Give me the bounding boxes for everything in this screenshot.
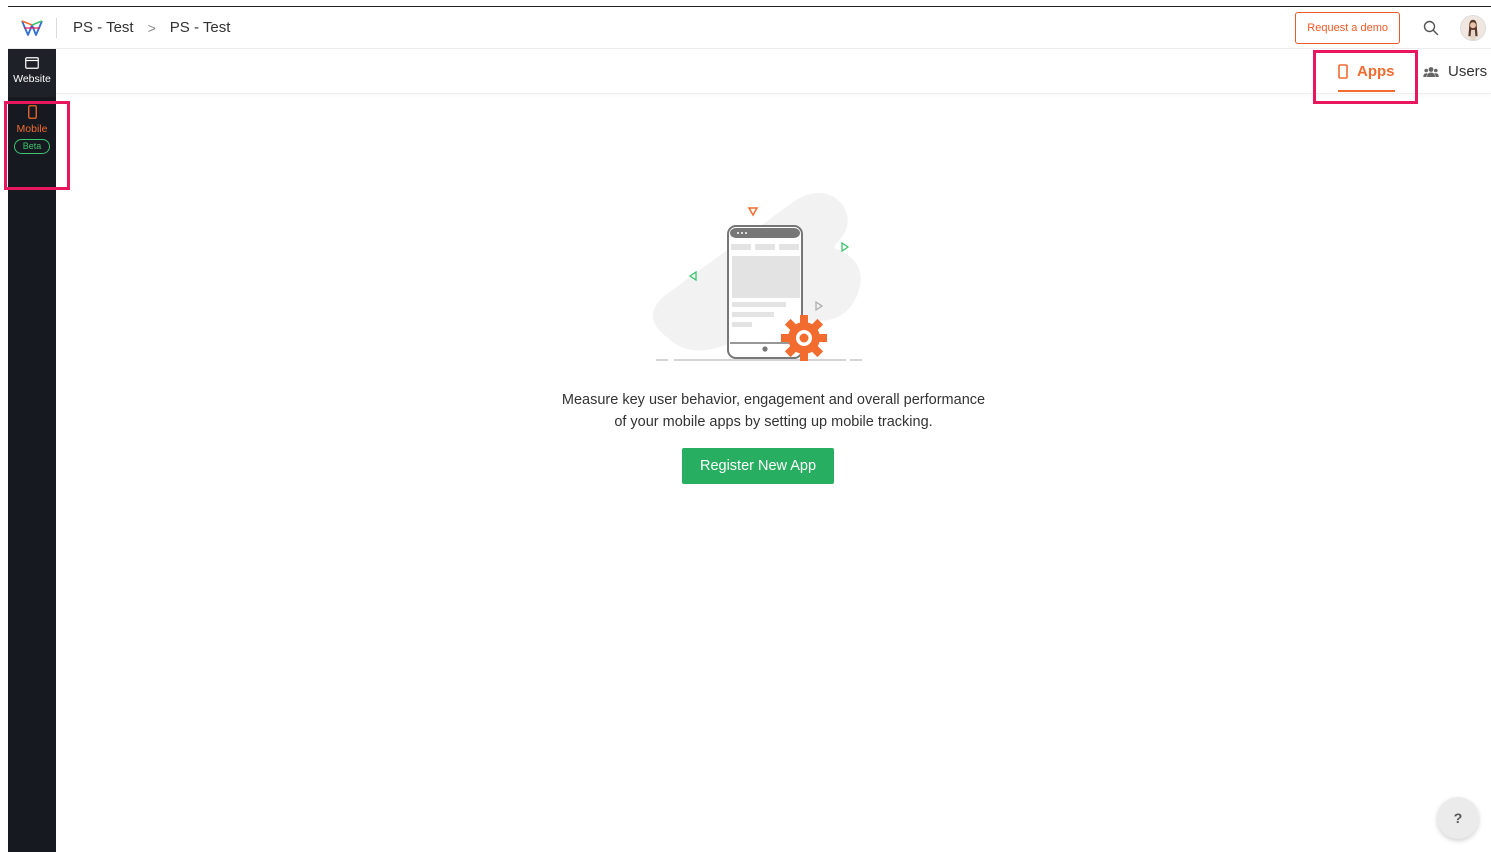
sub-navigation: Apps Users [56,49,1491,94]
sidebar-item-mobile[interactable]: Mobile Beta [8,97,56,175]
empty-state-line-2: of your mobile apps by setting up mobile… [614,414,933,430]
sidebar-item-label: Mobile [16,123,48,135]
tab-users[interactable]: Users [1423,49,1487,94]
active-tab-indicator [1338,90,1395,92]
empty-state-line-1: Measure key user behavior, engagement an… [561,392,986,408]
breadcrumb-separator: > [147,19,156,36]
sidebar-item-label: Website [13,73,51,85]
mobile-phone-icon [1338,64,1348,79]
logo-divider [56,17,57,38]
tab-label: Apps [1357,63,1395,80]
register-new-app-button[interactable]: Register New App [682,448,834,484]
beta-badge: Beta [13,139,51,154]
empty-state-message: Measure key user behavior, engagement an… [56,389,1491,433]
users-group-icon [1423,66,1439,78]
search-icon [1423,20,1439,35]
help-button[interactable]: ? [1437,797,1479,839]
breadcrumb-current[interactable]: PS - Test [170,19,231,36]
app-root: PS - Test > PS - Test Request a demo Web… [0,0,1491,852]
breadcrumb-project[interactable]: PS - Test [73,19,134,36]
search-button[interactable] [1416,13,1446,43]
mobile-phone-icon [27,105,37,119]
top-bar-actions: Request a demo [1295,7,1491,49]
app-logo[interactable] [8,7,56,49]
user-avatar-icon [1461,15,1485,40]
tab-label: Users [1448,63,1488,80]
request-demo-button[interactable]: Request a demo [1295,11,1400,44]
sidebar: Website Mobile Beta [8,49,56,852]
sidebar-item-website[interactable]: Website [8,49,56,97]
top-bar: PS - Test > PS - Test Request a demo [8,7,1491,49]
logo-icon [21,19,43,36]
tab-apps[interactable]: Apps [1338,49,1395,94]
browser-window-icon [25,57,39,69]
mobile-setup-illustration [652,192,862,361]
avatar[interactable] [1460,14,1486,41]
main-content: Measure key user behavior, engagement an… [56,94,1491,852]
